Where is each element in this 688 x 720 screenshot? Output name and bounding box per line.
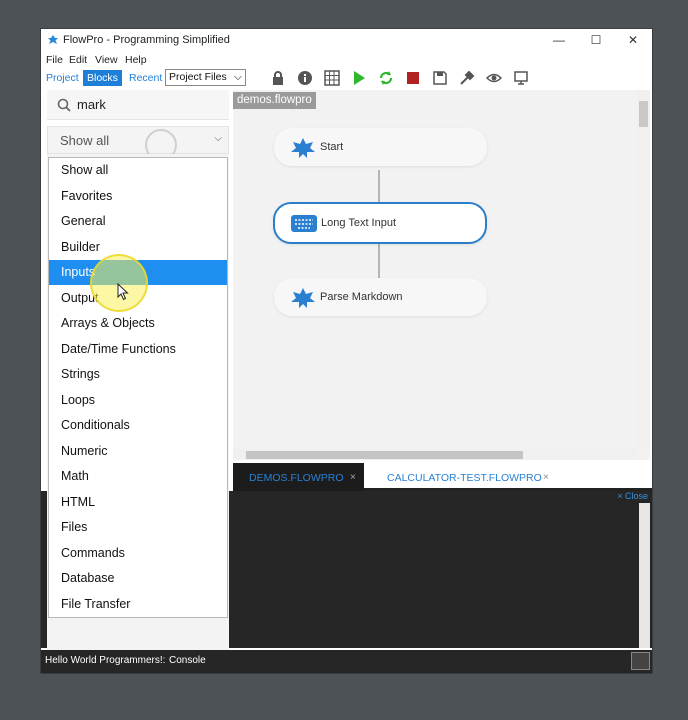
search-icon <box>57 98 71 112</box>
flow-node-long-text-input[interactable]: Long Text Input <box>273 202 487 244</box>
tab-label: CALCULATOR-TEST.FLOWPRO <box>387 472 542 484</box>
console-close-button[interactable]: × Close <box>617 491 648 501</box>
dropdown-option-loops[interactable]: Loops <box>49 388 227 413</box>
build-icon[interactable] <box>459 70 475 86</box>
tab-recent[interactable]: Recent <box>125 70 166 86</box>
keyboard-icon <box>291 215 317 232</box>
category-filter-select[interactable]: Show all ⌵ <box>47 126 229 154</box>
leaf-icon <box>291 138 315 158</box>
save-icon[interactable] <box>432 70 448 86</box>
dropdown-option-show-all[interactable]: Show all <box>49 158 227 183</box>
dropdown-option-file-transfer[interactable]: File Transfer <box>49 592 227 617</box>
file-tab-bar: DEMOS.FLOWPRO × CALCULATOR-TEST.FLOWPRO … <box>233 463 652 491</box>
dropdown-option-arrays-objects[interactable]: Arrays & Objects <box>49 311 227 336</box>
tab-label: DEMOS.FLOWPRO <box>249 472 344 484</box>
status-message: Hello World Programmers!: <box>45 655 166 666</box>
filter-value: Show all <box>60 133 110 148</box>
terminal-icon[interactable] <box>631 652 650 670</box>
vertical-scrollbar[interactable] <box>637 90 650 448</box>
run-icon[interactable] <box>351 70 367 86</box>
dropdown-option-files[interactable]: Files <box>49 515 227 540</box>
menu-view[interactable]: View <box>95 54 118 66</box>
connector-line <box>378 170 380 206</box>
grid-icon[interactable] <box>324 70 340 86</box>
dropdown-option-favorites[interactable]: Favorites <box>49 184 227 209</box>
project-files-value: Project Files <box>169 71 227 83</box>
tab-calculator-test-flowpro[interactable]: CALCULATOR-TEST.FLOWPRO × <box>374 463 559 491</box>
category-dropdown: Show all Favorites General Builder Input… <box>48 157 228 618</box>
title-bar: FlowPro - Programming Simplified — ☐ ✕ <box>41 29 652 51</box>
dropdown-option-database[interactable]: Database <box>49 566 227 591</box>
search-value: mark <box>77 97 106 112</box>
window-title: FlowPro - Programming Simplified <box>63 34 230 46</box>
refresh-icon[interactable] <box>378 70 394 86</box>
chevron-down-icon: ⌵ <box>234 71 242 83</box>
mouse-pointer-icon <box>117 283 129 301</box>
flow-node-parse-markdown[interactable]: Parse Markdown <box>274 278 487 316</box>
tab-project[interactable]: Project <box>42 70 83 86</box>
info-icon[interactable] <box>297 70 313 86</box>
close-tab-icon[interactable]: × <box>350 463 356 493</box>
dropdown-option-general[interactable]: General <box>49 209 227 234</box>
close-tab-icon[interactable]: × <box>543 463 549 493</box>
node-label: Parse Markdown <box>320 291 403 303</box>
menu-help[interactable]: Help <box>125 54 147 66</box>
console-scrollbar[interactable] <box>639 503 650 648</box>
toolbar: Project Blocks Recent Project Files ⌵ <box>41 69 652 89</box>
menu-edit[interactable]: Edit <box>69 54 87 66</box>
dropdown-option-commands[interactable]: Commands <box>49 541 227 566</box>
tab-demos-flowpro[interactable]: DEMOS.FLOWPRO × <box>233 463 364 491</box>
horizontal-scroll-thumb[interactable] <box>246 451 523 459</box>
project-files-select[interactable]: Project Files ⌵ <box>165 69 246 86</box>
search-input[interactable]: mark <box>47 90 229 120</box>
app-logo-icon <box>48 35 58 44</box>
chevron-down-icon: ⌵ <box>214 133 222 144</box>
node-label: Long Text Input <box>321 217 397 229</box>
preview-icon[interactable] <box>486 70 502 86</box>
vertical-scroll-thumb[interactable] <box>639 101 648 127</box>
leaf-icon <box>291 288 315 308</box>
dropdown-option-html[interactable]: HTML <box>49 490 227 515</box>
tab-blocks[interactable]: Blocks <box>83 70 122 86</box>
flow-node-start[interactable]: Start <box>274 128 487 166</box>
monitor-icon[interactable] <box>513 70 529 86</box>
menu-file[interactable]: File <box>46 54 63 66</box>
maximize-button[interactable]: ☐ <box>581 31 611 49</box>
stop-icon[interactable] <box>405 70 421 86</box>
dropdown-option-conditionals[interactable]: Conditionals <box>49 413 227 438</box>
connector-line <box>378 243 380 279</box>
dropdown-option-datetime-functions[interactable]: Date/Time Functions <box>49 337 227 362</box>
status-bar: Hello World Programmers!: Console <box>41 650 652 673</box>
dropdown-option-strings[interactable]: Strings <box>49 362 227 387</box>
console-toggle[interactable]: Console <box>169 655 206 666</box>
lock-icon[interactable] <box>270 70 286 86</box>
dropdown-option-builder[interactable]: Builder <box>49 235 227 260</box>
current-file-label: demos.flowpro <box>233 92 316 109</box>
dropdown-option-math[interactable]: Math <box>49 464 227 489</box>
dropdown-option-numeric[interactable]: Numeric <box>49 439 227 464</box>
minimize-button[interactable]: — <box>544 31 574 49</box>
node-label: Start <box>320 141 344 153</box>
close-window-button[interactable]: ✕ <box>618 31 648 49</box>
